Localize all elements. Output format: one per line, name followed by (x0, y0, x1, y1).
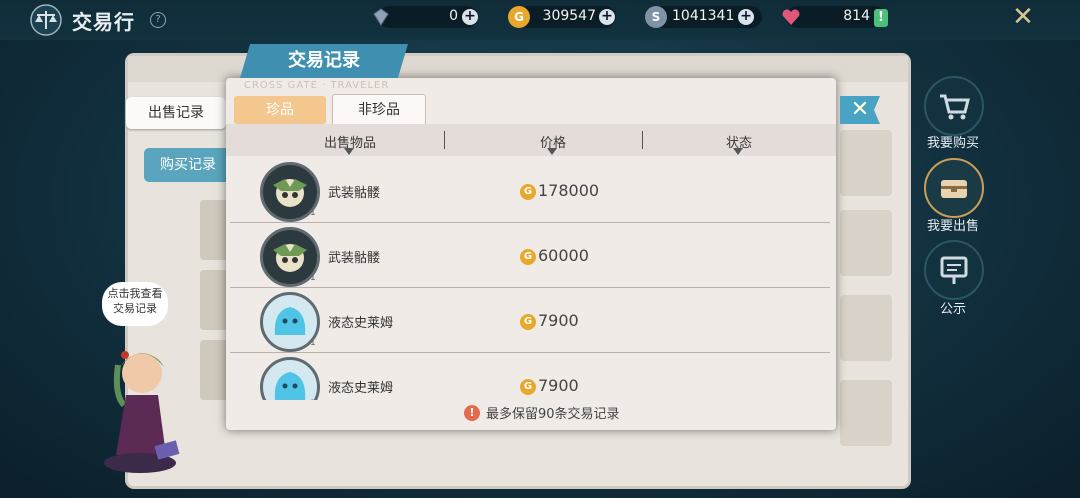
notice-board-icon (940, 256, 968, 284)
gold-coin-icon: G (520, 379, 536, 395)
tab-rare[interactable]: 珍品 (234, 96, 326, 124)
modal-close-icon[interactable]: ✕ (840, 96, 880, 124)
gold-coin-icon: G (520, 184, 536, 200)
gold-coin-icon: G (508, 6, 530, 28)
add-silver-button[interactable]: + (738, 9, 754, 25)
sort-arrow-icon[interactable] (547, 148, 557, 155)
crystal-value: 0 (449, 8, 458, 24)
question-icon[interactable]: ? (150, 12, 166, 28)
sort-arrow-icon[interactable] (733, 148, 743, 155)
buy-menu-label: 我要购买 (926, 136, 979, 151)
close-icon[interactable]: ✕ (1010, 4, 1036, 30)
column-divider (642, 131, 643, 149)
bubble-line-2: 交易记录 (113, 302, 157, 315)
warning-icon: ! (464, 405, 480, 421)
item-name: 液态史莱姆 (328, 316, 394, 331)
add-crystal-button[interactable]: + (462, 9, 478, 25)
silver-coin-icon: S (645, 6, 667, 28)
bubble-line-1: 点击我查看 (107, 287, 163, 300)
bg-slot (840, 380, 892, 446)
record-limit-notice: 最多保留90条交易记录 (486, 407, 620, 422)
silver-value: 1041341 (672, 8, 735, 24)
add-gold-button[interactable]: + (599, 9, 615, 25)
gold-coin-icon: G (520, 249, 536, 265)
item-quantity: 1 (310, 208, 316, 218)
bg-slot (840, 130, 892, 196)
column-divider (444, 131, 445, 149)
sort-arrow-icon[interactable] (344, 148, 354, 155)
item-price: 60000 (538, 246, 589, 265)
table-row[interactable]: 液态史莱姆 G 7900 1 (230, 353, 830, 400)
scales-logo-icon (30, 4, 62, 36)
cart-icon (940, 94, 970, 120)
heart-alert-icon[interactable]: ! (874, 9, 888, 27)
buy-records-tab[interactable]: 购买记录 (144, 148, 232, 182)
npc-speech-bubble[interactable]: 点击我查看 交易记录 (102, 282, 168, 326)
treasure-chest-icon (941, 180, 967, 198)
item-quantity: 1 (310, 273, 316, 283)
item-price: 7900 (538, 376, 579, 395)
notice-menu-label: 公示 (939, 302, 966, 317)
item-quantity: 1 (310, 399, 316, 400)
slime-item-icon (260, 357, 320, 400)
bg-slot (840, 210, 892, 276)
modal-title: 交易记录 (240, 44, 408, 78)
gold-value: 309547 (542, 8, 596, 24)
sell-menu-label: 我要出售 (926, 219, 979, 234)
item-price: 7900 (538, 311, 579, 330)
buy-menu-button[interactable] (924, 76, 984, 136)
modal-subtitle: CROSS GATE · TRAVELER (244, 80, 390, 91)
item-name: 武装骷髅 (328, 251, 381, 266)
item-price: 178000 (538, 181, 600, 200)
npc-character-icon[interactable] (100, 335, 200, 475)
tab-non-rare[interactable]: 非珍品 (332, 94, 426, 126)
sell-records-tab[interactable]: 出售记录 (126, 97, 226, 129)
gold-coin-icon: G (520, 314, 536, 330)
item-name: 武装骷髅 (328, 186, 381, 201)
sell-menu-button[interactable] (924, 158, 984, 218)
notice-menu-button[interactable] (924, 240, 984, 300)
crystal-icon (373, 8, 389, 26)
item-quantity: 1 (310, 338, 316, 348)
item-name: 液态史莱姆 (328, 381, 394, 396)
heart-value: 814 (843, 8, 870, 24)
heart-icon (782, 9, 800, 25)
bg-slot (840, 295, 892, 361)
page-title: 交易行 (72, 10, 135, 34)
